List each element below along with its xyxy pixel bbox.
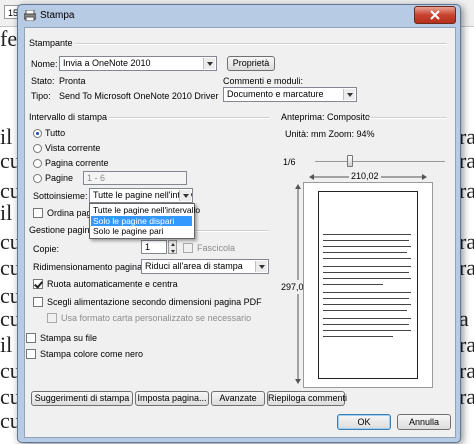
radio-current-page-label: Pagina corrente	[45, 158, 109, 168]
spinner-arrows-icon	[171, 243, 175, 253]
resize-select[interactable]: Riduci all'area di stampa	[141, 259, 269, 274]
bg-text-right: ra	[459, 229, 474, 254]
bg-text-right: ra	[459, 358, 474, 383]
printer-section-divider	[75, 43, 447, 45]
page-setup-button[interactable]: Imposta pagina...	[135, 391, 209, 406]
custom-paper-checkbox[interactable]	[47, 313, 57, 323]
printer-section-label: Stampante	[29, 38, 73, 48]
subset-dropdown-list: Tutte le pagine nell'intervallo Solo le …	[89, 203, 200, 239]
chevron-down-icon	[203, 58, 215, 69]
print-to-file-checkbox[interactable]	[26, 333, 36, 343]
subset-select[interactable]: Tutte le pagine nell'interva	[89, 188, 193, 203]
bg-text-right: ra	[459, 384, 474, 409]
copies-label: Copie:	[33, 244, 60, 254]
radio-all-label: Tutto	[45, 128, 66, 138]
chevron-down-icon	[179, 190, 191, 201]
status-value: Pronta	[59, 76, 86, 86]
ok-button[interactable]: OK	[337, 414, 391, 430]
resize-label: Ridimensionamento pagina:	[33, 262, 145, 272]
close-button[interactable]	[414, 6, 456, 24]
radio-pages-label: Pagine	[45, 173, 74, 183]
copies-input[interactable]: 1	[141, 240, 167, 254]
collate-label: Fascicola	[197, 243, 236, 253]
status-label: Stato:	[31, 76, 55, 86]
auto-rotate-checkbox[interactable]	[33, 279, 43, 289]
preview-frame	[303, 182, 433, 388]
radio-current-page[interactable]	[33, 159, 42, 168]
chevron-down-icon	[255, 261, 267, 272]
comments-select[interactable]: Documento e marcature	[223, 87, 357, 102]
reverse-pages-label: Ordina pagi	[47, 208, 94, 218]
bg-text-right: ra	[459, 255, 474, 280]
range-section-divider	[109, 117, 269, 119]
preview-section-label: Anteprima: Composito	[281, 112, 371, 122]
bg-text-right: ra	[459, 148, 474, 173]
printer-name-value: Invia a OneNote 2010	[63, 58, 151, 68]
subset-option-even[interactable]: Solo le pagine pari	[91, 226, 192, 236]
preview-page-slider-track	[315, 161, 445, 162]
summarize-comments-button[interactable]: Riepiloga commenti	[267, 391, 347, 406]
preview-page-slider[interactable]	[347, 155, 353, 167]
bg-text-right: ra	[459, 332, 474, 357]
print-to-file-label: Stampa su file	[40, 333, 98, 343]
bg-text-right: ra	[459, 178, 474, 203]
close-icon	[430, 10, 440, 20]
type-label: Tipo:	[31, 91, 51, 101]
print-as-black-checkbox[interactable]	[26, 349, 36, 359]
reverse-pages-checkbox[interactable]	[33, 208, 43, 218]
collate-checkbox[interactable]	[183, 243, 193, 253]
print-as-black-label: Stampa colore come nero	[40, 349, 144, 359]
printer-name-select[interactable]: Invia a OneNote 2010	[59, 56, 217, 71]
preview-section-divider	[369, 117, 447, 119]
type-value: Send To Microsoft OneNote 2010 Driver	[59, 91, 219, 101]
subset-label: Sottoinsieme:	[33, 191, 88, 201]
handling-section-label: Gestione pagine	[29, 225, 95, 235]
comments-label: Commenti e moduli:	[223, 76, 304, 86]
properties-button[interactable]: Proprietà	[227, 56, 275, 71]
radio-pages[interactable]	[33, 174, 42, 183]
paper-source-label: Scegli alimentazione secondo dimensioni …	[47, 297, 262, 307]
radio-all[interactable]	[33, 129, 42, 138]
resize-value: Riduci all'area di stampa	[145, 261, 243, 271]
range-section-label: Intervallo di stampa	[29, 112, 108, 122]
dialog-titlebar[interactable]: Stampa	[18, 5, 460, 27]
cancel-button[interactable]: Annulla	[397, 414, 451, 430]
subset-option-all[interactable]: Tutte le pagine nell'intervallo	[91, 205, 200, 215]
paper-source-checkbox[interactable]	[33, 297, 43, 307]
preview-width-value: 210,02	[349, 171, 381, 181]
dialog-content: Stampante Nome: Invia a OneNote 2010 Pro…	[24, 27, 456, 438]
radio-current-view-label: Vista corrente	[45, 143, 101, 153]
dialog-title: Stampa	[40, 10, 75, 21]
copies-spinner[interactable]	[168, 240, 177, 254]
subset-value: Tutte le pagine nell'interva	[93, 190, 193, 200]
advanced-button[interactable]: Avanzate	[211, 391, 265, 406]
preview-units-label: Unità: mm Zoom: 94%	[285, 129, 375, 139]
chevron-down-icon	[343, 89, 355, 100]
bg-text-right: ra	[459, 124, 474, 149]
copies-value: 1	[145, 242, 151, 252]
print-tips-button[interactable]: Suggerimenti di stampa	[31, 391, 133, 406]
custom-paper-label: Usa formato carta personalizzato se nece…	[61, 313, 252, 323]
subset-option-odd[interactable]: Solo le pagine dispari	[91, 216, 192, 226]
print-dialog: Stampa Stampante Nome: Invia a OneNote 2…	[17, 4, 461, 443]
preview-page	[318, 191, 418, 379]
printer-icon	[23, 9, 37, 22]
comments-value: Documento e marcature	[227, 89, 324, 99]
radio-current-view[interactable]	[33, 144, 42, 153]
printer-name-label: Nome:	[31, 59, 58, 69]
pages-range-input[interactable]: 1 - 6	[83, 171, 187, 185]
auto-rotate-label: Ruota automaticamente e centra	[47, 279, 178, 289]
preview-page-counter: 1/6	[283, 157, 296, 167]
